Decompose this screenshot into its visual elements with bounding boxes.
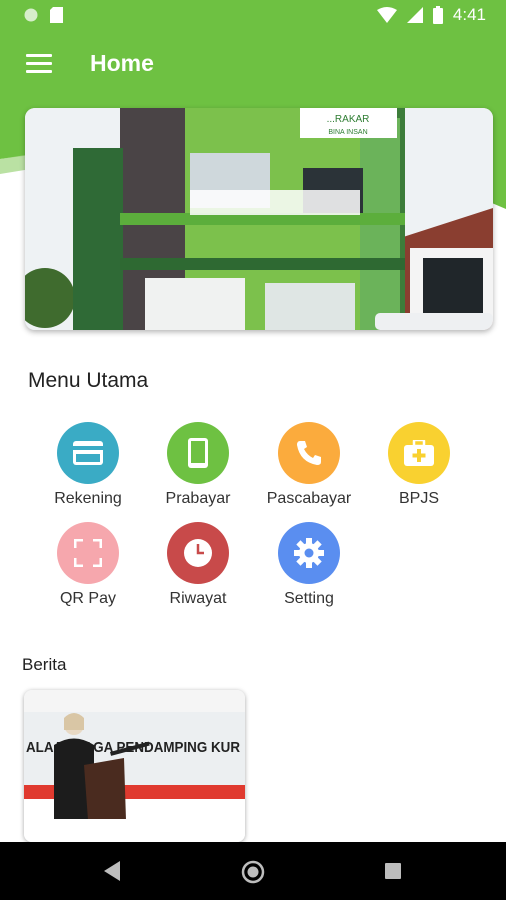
- news-section-title: Berita: [22, 655, 67, 674]
- clock-icon: [167, 522, 229, 584]
- system-nav-bar: [0, 842, 506, 900]
- home-icon[interactable]: [241, 860, 265, 884]
- status-time: 4:41: [452, 5, 486, 24]
- menu-item-riwayat[interactable]: Riwayat: [148, 522, 248, 608]
- news-card[interactable]: ALA TENAGA PENDAMPING KUR: [24, 690, 245, 842]
- menu-item-rekening[interactable]: Rekening: [38, 422, 138, 508]
- status-bar: 4:41: [0, 0, 506, 32]
- cell-signal-icon: [406, 7, 423, 23]
- hero-building-image: ...RAKAR BINA INSAN: [25, 108, 493, 330]
- menu-label-riwayat: Riwayat: [169, 590, 227, 607]
- menu-label-rekening: Rekening: [54, 490, 122, 507]
- building-sign-bottom: BINA INSAN: [328, 129, 367, 136]
- credit-card-icon: [57, 422, 119, 484]
- notification-circle-icon: [24, 8, 38, 22]
- phone-device-icon: [167, 422, 229, 484]
- back-icon[interactable]: [104, 861, 122, 881]
- menu-item-bpjs[interactable]: BPJS: [369, 422, 469, 508]
- menu-item-prabayar[interactable]: Prabayar: [148, 422, 248, 508]
- medical-kit-icon: [388, 422, 450, 484]
- qr-scan-icon: [57, 522, 119, 584]
- page-title: Home: [90, 50, 154, 76]
- menu-item-pascabayar[interactable]: Pascabayar: [259, 422, 359, 508]
- menu-item-setting[interactable]: Setting: [259, 522, 359, 608]
- wifi-icon: [376, 7, 397, 23]
- menu-label-prabayar: Prabayar: [165, 490, 231, 507]
- building-sign-top: ...RAKAR: [327, 114, 370, 125]
- menu-label-qr-pay: QR Pay: [59, 590, 116, 607]
- menu-button[interactable]: [26, 54, 52, 74]
- recents-icon[interactable]: [385, 863, 401, 879]
- menu-label-setting: Setting: [284, 590, 334, 607]
- app-bar: Home: [0, 32, 506, 100]
- menu-item-qr-pay[interactable]: QR Pay: [38, 522, 138, 608]
- sd-card-icon: [50, 7, 63, 23]
- menu-label-pascabayar: Pascabayar: [266, 490, 352, 507]
- main-menu-title: Menu Utama: [28, 369, 149, 392]
- menu-label-bpjs: BPJS: [398, 490, 439, 507]
- gear-icon: [278, 522, 340, 584]
- phone-call-icon: [278, 422, 340, 484]
- news-image: ALA TENAGA PENDAMPING KUR: [24, 690, 245, 842]
- menu-icon: [26, 54, 52, 57]
- battery-icon: [432, 6, 443, 24]
